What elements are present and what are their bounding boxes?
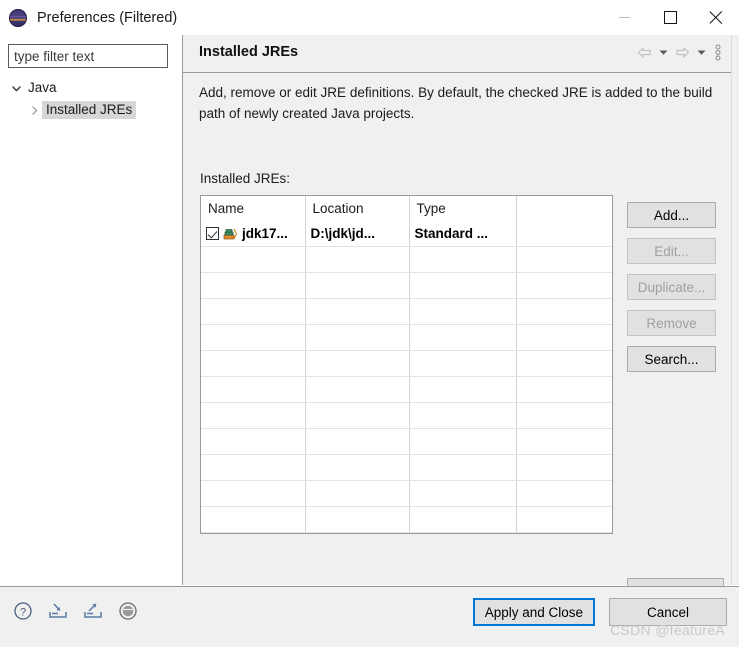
- window-controls: [601, 0, 739, 35]
- forward-dropdown-icon[interactable]: [695, 43, 708, 62]
- table-row-empty[interactable]: [201, 428, 612, 455]
- column-header-location[interactable]: Location: [305, 196, 410, 221]
- chevron-right-icon[interactable]: [27, 103, 42, 118]
- table-row-empty[interactable]: [201, 480, 612, 507]
- help-icon[interactable]: ?: [12, 600, 34, 622]
- minimize-icon: [618, 17, 630, 18]
- dialog-bottom-bar: ? Apply and Close Cancel: [0, 587, 739, 647]
- cell-name[interactable]: jdk17...: [201, 221, 306, 247]
- table-row-empty[interactable]: [201, 532, 612, 533]
- table-row-empty[interactable]: [201, 506, 612, 533]
- import-icon[interactable]: [47, 600, 69, 622]
- page-title: Installed JREs: [199, 44, 299, 60]
- jre-action-buttons: Add... Edit... Duplicate... Remove Searc…: [627, 202, 716, 372]
- search-button[interactable]: Search...: [627, 346, 716, 372]
- column-header-extra[interactable]: [516, 196, 612, 221]
- table-header-row: Name Location Type: [201, 196, 612, 221]
- installed-jres-label: Installed JREs:: [200, 171, 291, 186]
- tree-item-installed-jres[interactable]: Installed JREs: [0, 99, 182, 121]
- window-title: Preferences (Filtered): [37, 9, 178, 26]
- column-header-name[interactable]: Name: [201, 196, 306, 221]
- preferences-tree: Java Installed JREs: [0, 77, 182, 121]
- cell-type[interactable]: Standard ...: [409, 221, 517, 247]
- table-row[interactable]: jdk17... D:\jdk\jd... Standard ...: [201, 221, 612, 247]
- bottom-icon-group: ?: [12, 600, 139, 622]
- tree-item-java[interactable]: Java: [0, 77, 182, 99]
- minimize-button[interactable]: [601, 0, 647, 35]
- column-header-type[interactable]: Type: [409, 196, 517, 221]
- window-title-bar: Preferences (Filtered): [0, 0, 739, 35]
- edit-button[interactable]: Edit...: [627, 238, 716, 264]
- search-input[interactable]: [14, 46, 191, 66]
- maximize-button[interactable]: [647, 0, 693, 35]
- tree-item-label: Installed JREs: [42, 101, 137, 119]
- dialog-right-edge: [731, 35, 739, 585]
- page-description: Add, remove or edit JRE definitions. By …: [199, 85, 713, 121]
- table-row-empty[interactable]: [201, 402, 612, 429]
- chevron-down-icon[interactable]: [9, 81, 24, 96]
- table-row-empty[interactable]: [201, 272, 612, 299]
- tree-item-label: Java: [28, 80, 57, 95]
- page-header: Installed JREs: [183, 35, 732, 73]
- jre-checkbox[interactable]: [206, 227, 219, 240]
- table-row-empty[interactable]: [201, 454, 612, 481]
- remove-button[interactable]: Remove: [627, 310, 716, 336]
- watermark: CSDN @featureA: [610, 622, 725, 638]
- eclipse-logo-icon: [9, 8, 27, 27]
- installed-jres-table[interactable]: Name Location Type jdk17... D:\jdk\jd...…: [200, 195, 613, 534]
- cell-location[interactable]: D:\jdk\jd...: [305, 221, 410, 247]
- apply-and-close-button[interactable]: Apply and Close: [472, 598, 595, 626]
- forward-arrow-icon[interactable]: [673, 43, 692, 62]
- table-row-empty[interactable]: [201, 324, 612, 351]
- back-dropdown-icon[interactable]: [657, 43, 670, 62]
- jre-name-text: jdk17...: [242, 226, 288, 241]
- table-row-empty[interactable]: [201, 376, 612, 403]
- filter-box[interactable]: ✕: [8, 44, 202, 68]
- close-icon: [710, 11, 723, 24]
- back-arrow-icon[interactable]: [635, 43, 654, 62]
- view-menu-icon[interactable]: [711, 43, 724, 62]
- svg-text:?: ?: [20, 606, 26, 618]
- table-row-empty[interactable]: [201, 246, 612, 273]
- cell-extra[interactable]: [516, 221, 612, 247]
- table-row-empty[interactable]: [201, 350, 612, 377]
- add-button[interactable]: Add...: [627, 202, 716, 228]
- page-header-tools: [635, 43, 724, 62]
- maximize-icon: [663, 11, 677, 24]
- preferences-sidebar: ✕ Java Installed JREs: [0, 35, 202, 585]
- preference-page-installed-jres: Installed JREs Add, remove or edit JRE d…: [183, 35, 732, 606]
- sphere-icon[interactable]: [117, 600, 139, 622]
- duplicate-button[interactable]: Duplicate...: [627, 274, 716, 300]
- export-icon[interactable]: [82, 600, 104, 622]
- close-button[interactable]: [693, 0, 739, 35]
- table-body: jdk17... D:\jdk\jd... Standard ...: [201, 221, 612, 533]
- table-row-empty[interactable]: [201, 298, 612, 325]
- jre-library-icon: [223, 227, 238, 241]
